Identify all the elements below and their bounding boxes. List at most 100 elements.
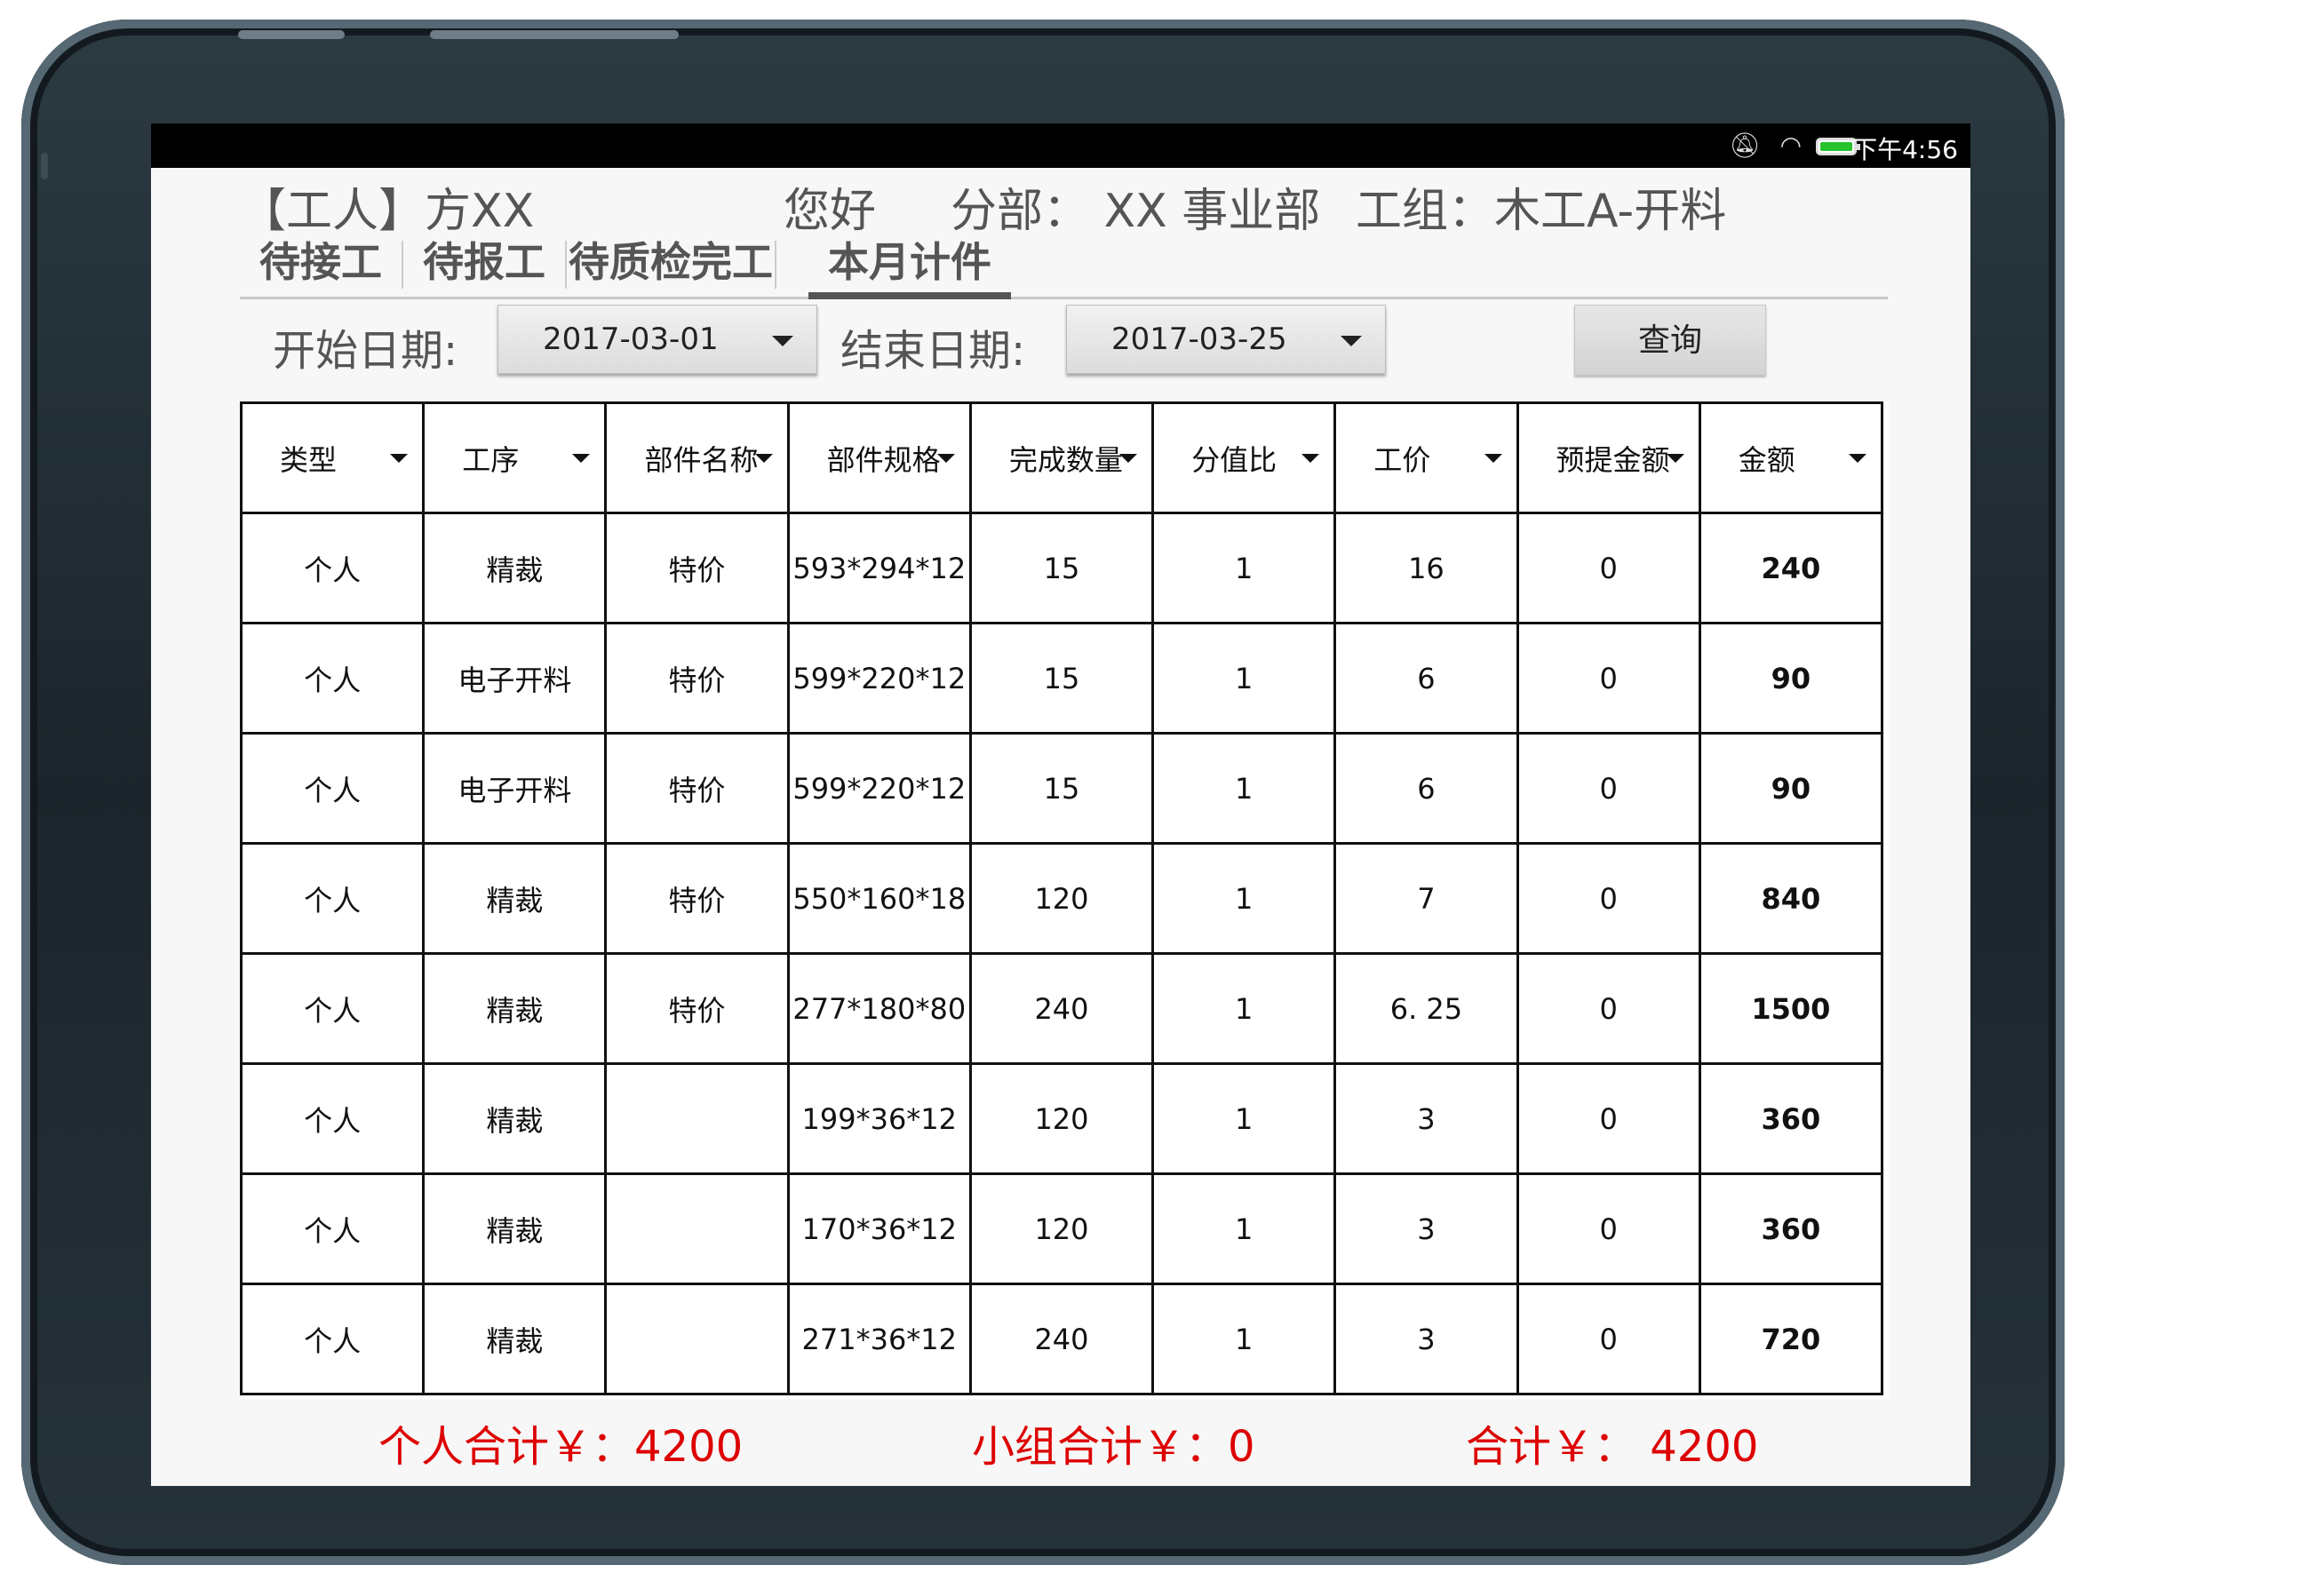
start-date-value: 2017-03-01 — [543, 322, 719, 357]
table-cell: 6. 25 — [1333, 952, 1519, 1065]
table-row[interactable]: 个人 电子开料 特价 599*220*12 15 1 6 0 90 — [240, 622, 1884, 735]
table-cell: 0 — [1516, 1283, 1701, 1395]
column-header[interactable]: 完成数量 — [968, 401, 1155, 514]
table-cell: 个人 — [240, 1283, 426, 1395]
table-cell: 120 — [968, 1172, 1155, 1285]
table-cell: 170*36*12 — [786, 1172, 972, 1285]
table-row[interactable]: 个人 精裁 199*36*12 120 1 3 0 360 — [240, 1062, 1884, 1175]
table-cell: 90 — [1698, 732, 1884, 845]
column-header[interactable]: 分值比 — [1151, 401, 1337, 514]
chevron-down-icon — [754, 454, 773, 463]
chevron-down-icon — [1341, 336, 1362, 346]
tab-bar: 待接工 待报工 待质检完工 本月计件 — [240, 228, 1888, 299]
table-cell: 120 — [968, 842, 1155, 955]
column-header-label: 分值比 — [1191, 442, 1277, 477]
table-cell: 120 — [968, 1062, 1155, 1175]
chevron-down-icon — [1119, 454, 1138, 463]
table-cell: 599*220*12 — [786, 622, 972, 735]
power-button — [430, 30, 679, 39]
chevron-down-icon — [1301, 454, 1320, 463]
chevron-down-icon — [1849, 454, 1866, 463]
table-cell: 15 — [968, 512, 1155, 624]
chevron-down-icon — [936, 454, 955, 463]
app-screen: 🔕︎ ◠ 下午4:56 【工人】方XX 您好 分部： XX 事业部 工组：木工A… — [151, 123, 1970, 1486]
table-row[interactable]: 个人 精裁 271*36*12 240 1 3 0 720 — [240, 1283, 1884, 1395]
table-cell: 1 — [1151, 622, 1337, 735]
end-date-dropdown[interactable]: 2017-03-25 — [1066, 305, 1386, 374]
end-date-value: 2017-03-25 — [1111, 322, 1287, 357]
column-header-label: 部件名称 — [644, 442, 759, 477]
table-cell: 特价 — [604, 952, 790, 1065]
table-cell: 精裁 — [422, 1172, 608, 1285]
tab-monthly-piecework[interactable]: 本月计件 — [808, 228, 1011, 299]
table-cell: 特价 — [604, 732, 790, 845]
column-header[interactable]: 部件名称 — [604, 401, 790, 514]
tab-pending-inspection[interactable]: 待质检完工 — [567, 228, 775, 296]
column-header-label: 部件规格 — [826, 442, 941, 477]
column-header[interactable]: 类型 — [240, 401, 426, 514]
table-cell: 0 — [1516, 1172, 1701, 1285]
bell-off-icon: 🔕︎ — [1729, 131, 1761, 160]
query-button[interactable]: 查询 — [1574, 305, 1766, 376]
column-header-label: 金额 — [1738, 442, 1795, 477]
table-cell: 0 — [1516, 622, 1701, 735]
table-cell: 1 — [1151, 1062, 1337, 1175]
table-cell: 0 — [1516, 1062, 1701, 1175]
table-cell: 240 — [1698, 512, 1884, 624]
table-cell: 1 — [1151, 1172, 1337, 1285]
start-date-label: 开始日期: — [273, 326, 458, 376]
table-row[interactable]: 个人 精裁 特价 277*180*80 240 1 6. 25 0 1500 — [240, 952, 1884, 1065]
column-header[interactable]: 预提金额 — [1516, 401, 1701, 514]
column-header[interactable]: 工序 — [422, 401, 608, 514]
status-bar: 🔕︎ ◠ 下午4:56 — [151, 123, 1970, 168]
chevron-down-icon — [1484, 454, 1502, 463]
column-header-label: 工序 — [462, 442, 520, 477]
column-header[interactable]: 金额 — [1698, 401, 1884, 514]
table-row[interactable]: 个人 精裁 特价 593*294*12 15 1 16 0 240 — [240, 512, 1884, 624]
column-header[interactable]: 工价 — [1333, 401, 1519, 514]
tab-pending-report[interactable]: 待报工 — [403, 228, 565, 296]
column-header-label: 工价 — [1373, 442, 1431, 477]
table-row[interactable]: 个人 精裁 特价 550*160*18 120 1 7 0 840 — [240, 842, 1884, 955]
table-cell: 精裁 — [422, 842, 608, 955]
start-date-dropdown[interactable]: 2017-03-01 — [497, 305, 817, 374]
table-cell: 个人 — [240, 732, 426, 845]
table-cell: 精裁 — [422, 952, 608, 1065]
table-cell: 6 — [1333, 622, 1519, 735]
wifi-icon: ◠ — [1779, 131, 1802, 160]
tab-pending-accept[interactable]: 待接工 — [240, 228, 402, 296]
column-header[interactable]: 部件规格 — [786, 401, 972, 514]
table-cell: 3 — [1333, 1283, 1519, 1395]
table-cell — [604, 1283, 790, 1395]
table-cell: 16 — [1333, 512, 1519, 624]
table-cell: 个人 — [240, 1062, 426, 1175]
table-cell: 15 — [968, 732, 1155, 845]
table-cell: 593*294*12 — [786, 512, 972, 624]
table-cell: 个人 — [240, 842, 426, 955]
table-cell: 90 — [1698, 622, 1884, 735]
battery-icon — [1816, 138, 1860, 155]
end-date-label: 结束日期: — [840, 326, 1026, 376]
column-header-label: 完成数量 — [1008, 442, 1123, 477]
table-cell: 个人 — [240, 1172, 426, 1285]
table-cell: 个人 — [240, 952, 426, 1065]
table-cell: 特价 — [604, 842, 790, 955]
table-cell: 个人 — [240, 622, 426, 735]
table-cell: 0 — [1516, 512, 1701, 624]
table-row[interactable]: 个人 精裁 170*36*12 120 1 3 0 360 — [240, 1172, 1884, 1285]
table-cell: 个人 — [240, 512, 426, 624]
table-cell: 1 — [1151, 842, 1337, 955]
table-cell: 电子开料 — [422, 622, 608, 735]
chevron-down-icon — [572, 454, 591, 463]
volume-button — [238, 30, 345, 39]
table-cell: 550*160*18 — [786, 842, 972, 955]
table-cell: 精裁 — [422, 1062, 608, 1175]
table-cell: 0 — [1516, 842, 1701, 955]
table-cell: 特价 — [604, 512, 790, 624]
table-cell: 599*220*12 — [786, 732, 972, 845]
grand-total: 合计￥： 4200 — [1466, 1422, 1759, 1472]
table-cell: 3 — [1333, 1062, 1519, 1175]
table-cell: 0 — [1516, 952, 1701, 1065]
table-row[interactable]: 个人 电子开料 特价 599*220*12 15 1 6 0 90 — [240, 732, 1884, 845]
table-cell: 精裁 — [422, 512, 608, 624]
